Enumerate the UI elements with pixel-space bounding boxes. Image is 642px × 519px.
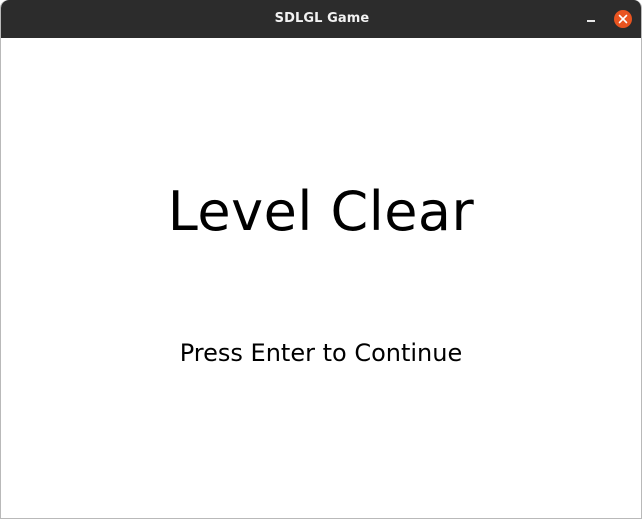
window-title: SDLGL Game xyxy=(274,11,370,26)
game-window: SDLGL Game Level Clear Press Enter to Co… xyxy=(0,0,642,519)
close-icon xyxy=(618,14,628,24)
game-canvas[interactable]: Level Clear Press Enter to Continue xyxy=(1,38,641,518)
level-clear-heading: Level Clear xyxy=(167,180,475,243)
minimize-button[interactable] xyxy=(581,9,601,29)
close-button[interactable] xyxy=(614,10,632,28)
minimize-icon xyxy=(587,20,595,22)
title-bar[interactable]: SDLGL Game xyxy=(1,0,641,38)
continue-prompt: Press Enter to Continue xyxy=(179,339,463,367)
